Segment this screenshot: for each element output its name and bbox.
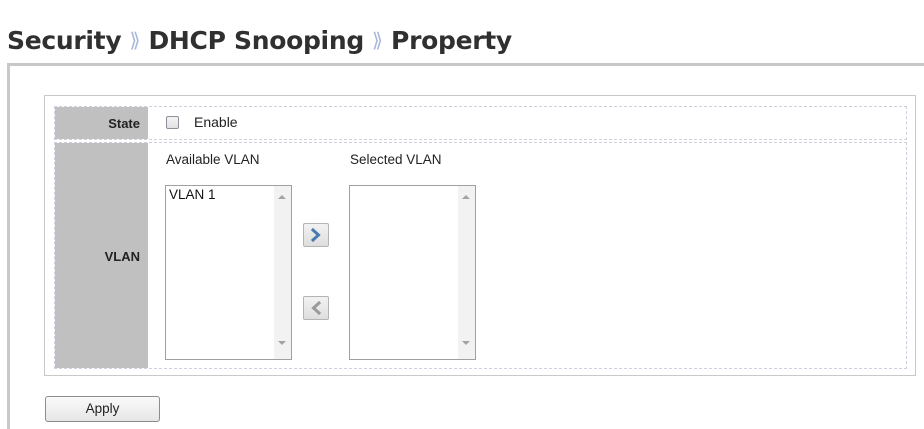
scroll-down-icon[interactable] — [462, 341, 470, 345]
breadcrumb-separator-icon: ⟫ — [371, 28, 383, 52]
vlan-row: VLAN Available VLAN Selected VLAN VLAN 1 — [54, 142, 907, 369]
remove-vlan-button[interactable] — [303, 296, 329, 320]
chevron-right-icon — [310, 228, 321, 242]
breadcrumb-item-security: Security — [7, 25, 122, 55]
available-vlan-listbox[interactable]: VLAN 1 — [165, 185, 292, 360]
page: Security ⟫ DHCP Snooping ⟫ Property Stat… — [0, 0, 924, 429]
apply-button[interactable]: Apply — [45, 396, 160, 422]
breadcrumb-item-dhcp-snooping: DHCP Snooping — [148, 25, 364, 55]
chevron-left-icon — [311, 301, 322, 315]
page-title: Property — [391, 25, 512, 55]
available-vlan-item[interactable]: VLAN 1 — [169, 187, 216, 202]
available-vlan-title: Available VLAN — [166, 152, 260, 167]
enable-checkbox[interactable] — [166, 116, 179, 129]
breadcrumb-separator-icon: ⟫ — [129, 28, 140, 52]
scroll-up-icon[interactable] — [462, 195, 470, 199]
selected-vlan-scrollbar[interactable] — [458, 186, 475, 359]
scroll-up-icon[interactable] — [278, 195, 286, 199]
add-vlan-button[interactable] — [303, 223, 329, 247]
state-label: State — [55, 107, 148, 139]
left-divider — [7, 63, 10, 429]
selected-vlan-listbox[interactable] — [349, 185, 476, 360]
available-vlan-scrollbar[interactable] — [274, 186, 291, 359]
header-divider — [7, 63, 924, 66]
selected-vlan-title: Selected VLAN — [350, 152, 442, 167]
scroll-down-icon[interactable] — [278, 341, 286, 345]
state-row: State Enable — [54, 106, 907, 140]
breadcrumb: Security ⟫ DHCP Snooping ⟫ Property — [7, 20, 512, 60]
enable-checkbox-label[interactable]: Enable — [194, 114, 238, 130]
vlan-label: VLAN — [55, 143, 148, 368]
